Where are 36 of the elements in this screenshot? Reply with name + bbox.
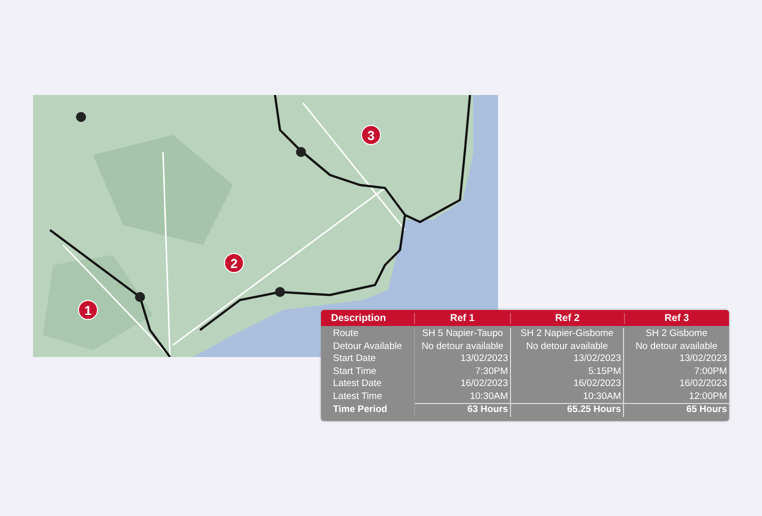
map-pin-icon [296,147,306,157]
table-cell: SH 2 Napier-Gisbome [511,328,624,341]
table-cell-text: 13/02/2023 [678,353,728,366]
column-header: Ref 2 [511,312,625,324]
table-cell-text: No detour available [634,340,718,354]
table-cell: 13/02/2023 [511,353,624,366]
table-cell-text: 7:00PM [693,366,728,378]
column-header: Description [321,312,415,324]
table-cell: Latest Date [321,378,415,391]
table-cell: Route [321,328,415,341]
table-cell: 7:30PM [415,366,511,378]
table-cell: 63 Hours [415,403,511,417]
table-cell: No detour available [415,340,511,354]
table-cell: 10:30AM [511,390,624,404]
table-cell: 16/02/2023 [511,378,624,391]
map-pin-icon [135,292,145,302]
table-cell: 13/02/2023 [415,353,511,366]
table-cell-text: 12:00PM [688,390,728,404]
table-cell: Start Time [321,366,415,378]
table-cell: 10:30AM [415,390,511,404]
table-cell: Start Date [321,353,415,366]
table-cell: No detour available [511,340,624,354]
table-cell: 65.25 Hours [511,403,624,417]
column-header: Ref 1 [414,312,512,324]
table-cell: Detour Available [321,340,415,354]
table-cell: 16/02/2023 [415,378,511,391]
table-cell: Latest Time [321,390,415,404]
map-pin-icon [275,287,285,297]
table-cell: 5:15PM [511,366,624,378]
table-cell: 65 Hours [624,403,729,417]
column-header: Ref 3 [664,312,690,324]
table-cell-text: 16/02/2023 [678,378,728,391]
table-cell-text: SH 2 Gisbome [644,328,708,341]
map-pin-icon [76,112,86,122]
table-cell: SH 5 Napier-Taupo [415,328,511,341]
table-cell: Time Period [321,404,415,416]
